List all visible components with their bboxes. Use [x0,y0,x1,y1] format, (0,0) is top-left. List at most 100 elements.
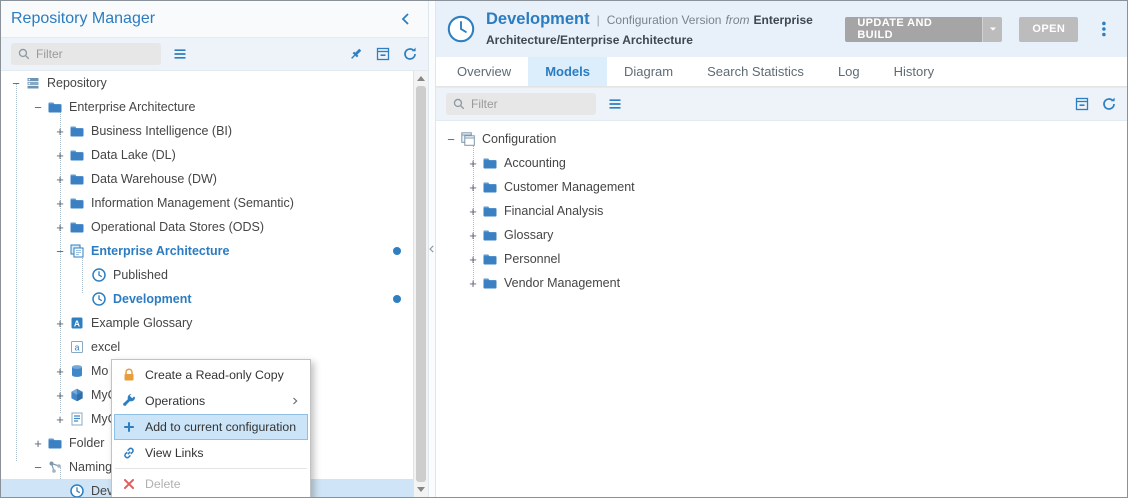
expand-icon[interactable]: + [53,365,67,378]
excel-icon: a [69,339,85,355]
tree-item-financial-analysis[interactable]: + Financial Analysis [436,199,1127,223]
folder-icon [47,99,63,115]
expand-icon[interactable]: + [53,221,67,234]
more-options-icon[interactable] [1095,20,1113,38]
refresh-icon[interactable] [402,46,418,62]
expand-icon[interactable]: + [53,125,67,138]
left-scrollbar[interactable] [413,71,428,497]
tab-overview[interactable]: Overview [440,57,528,86]
filter-menu-icon[interactable] [172,46,188,62]
tree-item-data-lake-dl[interactable]: + Data Lake (DL) [1,143,413,167]
configuration-header: Development|Configuration VersionfromEnt… [436,1,1127,57]
expand-icon[interactable]: + [466,181,480,194]
tree-item-configuration[interactable]: −Configuration [436,127,1127,151]
tree-item-operational-data-stores-ods[interactable]: + Operational Data Stores (ODS) [1,215,413,239]
collapse-icon[interactable]: − [53,245,67,258]
refresh-icon[interactable] [1101,96,1117,112]
folder-icon [69,171,85,187]
tab-search-statistics[interactable]: Search Statistics [690,57,821,86]
tab-models[interactable]: Models [528,57,607,86]
folder-icon [69,195,85,211]
tree-item-enterprise-architecture[interactable]: −Enterprise Architecture [1,95,413,119]
repository-manager-window: Repository Manager −Repository−Enterpris… [0,0,1128,498]
svg-text:a: a [74,343,79,353]
tree-item-example-glossary[interactable]: +AExample Glossary [1,311,413,335]
tab-log[interactable]: Log [821,57,877,86]
collapse-icon[interactable]: − [31,101,45,114]
expand-icon[interactable]: + [53,389,67,402]
menu-item-add-to-current-configuration[interactable]: Add to current configuration [114,414,308,440]
wrench-icon [121,393,137,409]
tree-item-accounting[interactable]: +Accounting [436,151,1127,175]
update-and-build-dropdown[interactable] [982,17,1003,42]
tree-item-label: Example Glossary [91,316,196,330]
tree-item-repository[interactable]: −Repository [1,71,413,95]
expand-icon[interactable]: + [53,317,67,330]
folder-icon [482,227,498,243]
tree-item-personnel[interactable]: +Personnel [436,247,1127,271]
menu-separator [115,468,307,469]
tree-item-development[interactable]: Development [1,287,413,311]
tree-item-data-warehouse-dw[interactable]: +Data Warehouse (DW) [1,167,413,191]
expand-icon[interactable]: + [53,173,67,186]
menu-item-operations[interactable]: Operations [114,388,308,414]
panel-splitter[interactable] [428,1,436,497]
tree-item-enterprise-architecture[interactable]: − Enterprise Architecture [1,239,413,263]
tree-item-customer-management[interactable]: +Customer Management [436,175,1127,199]
left-filter-input[interactable] [36,47,155,61]
collapse-panel-icon[interactable] [398,11,414,27]
tree-item-label: Enterprise Architecture [91,244,233,258]
update-and-build-label[interactable]: UPDATE AND BUILD [845,17,981,42]
tab-diagram[interactable]: Diagram [607,57,690,86]
search-icon [452,97,466,111]
expand-icon[interactable]: + [466,253,480,266]
caret-down-icon [987,23,999,35]
collapse-all-icon[interactable] [1074,96,1090,112]
folder-icon [482,179,498,195]
tree-item-information-management-semantic[interactable]: +Information Management (Semantic) [1,191,413,215]
header-actions: UPDATE AND BUILD OPEN [845,17,1113,42]
collapse-icon[interactable]: − [9,77,23,90]
tab-history[interactable]: History [877,57,951,86]
molecule-icon [47,459,63,475]
collapse-icon[interactable]: − [31,461,45,474]
expand-icon[interactable]: + [466,157,480,170]
menu-item-view-links[interactable]: View Links [114,440,308,466]
open-button[interactable]: OPEN [1019,17,1078,42]
scroll-down-icon[interactable] [414,482,428,497]
pin-icon[interactable] [348,46,364,62]
collapse-all-icon[interactable] [375,46,391,62]
filter-menu-icon[interactable] [607,96,623,112]
scroll-up-icon[interactable] [414,71,428,86]
model-icon [69,243,85,259]
scrollbar-thumb[interactable] [416,86,426,482]
expand-icon[interactable]: + [53,413,67,426]
expand-icon[interactable]: + [466,277,480,290]
cube-icon [69,387,85,403]
right-filter-input[interactable] [471,97,590,111]
folder-icon [69,219,85,235]
expand-icon[interactable]: + [31,437,45,450]
tree-item-glossary[interactable]: +Glossary [436,223,1127,247]
tree-item-vendor-management[interactable]: + Vendor Management [436,271,1127,295]
update-and-build-button[interactable]: UPDATE AND BUILD [845,17,1002,42]
tree-item-label: Operational Data Stores (ODS) [91,220,268,234]
folder-icon [482,155,498,171]
tree-item-label: Vendor Management [504,276,624,290]
menu-item-create-a-read-only-copy[interactable]: Create a Read-only Copy [114,362,308,388]
tree-item-published[interactable]: Published [1,263,413,287]
expand-icon[interactable]: + [466,229,480,242]
tree-item-label: Financial Analysis [504,204,607,218]
page-title: Development [486,10,590,28]
left-panel-title: Repository Manager [11,10,398,28]
expand-icon[interactable]: + [53,197,67,210]
expand-icon[interactable]: + [53,149,67,162]
left-filter [11,43,161,65]
expand-icon[interactable]: + [466,205,480,218]
tree-item-label: Data Lake (DL) [91,148,180,162]
tree-item-label: Business Intelligence (BI) [91,124,236,138]
database-icon [69,363,85,379]
collapse-icon[interactable]: − [444,133,458,146]
tree-item-business-intelligence-bi[interactable]: + Business Intelligence (BI) [1,119,413,143]
tree-item-excel[interactable]: aexcel [1,335,413,359]
